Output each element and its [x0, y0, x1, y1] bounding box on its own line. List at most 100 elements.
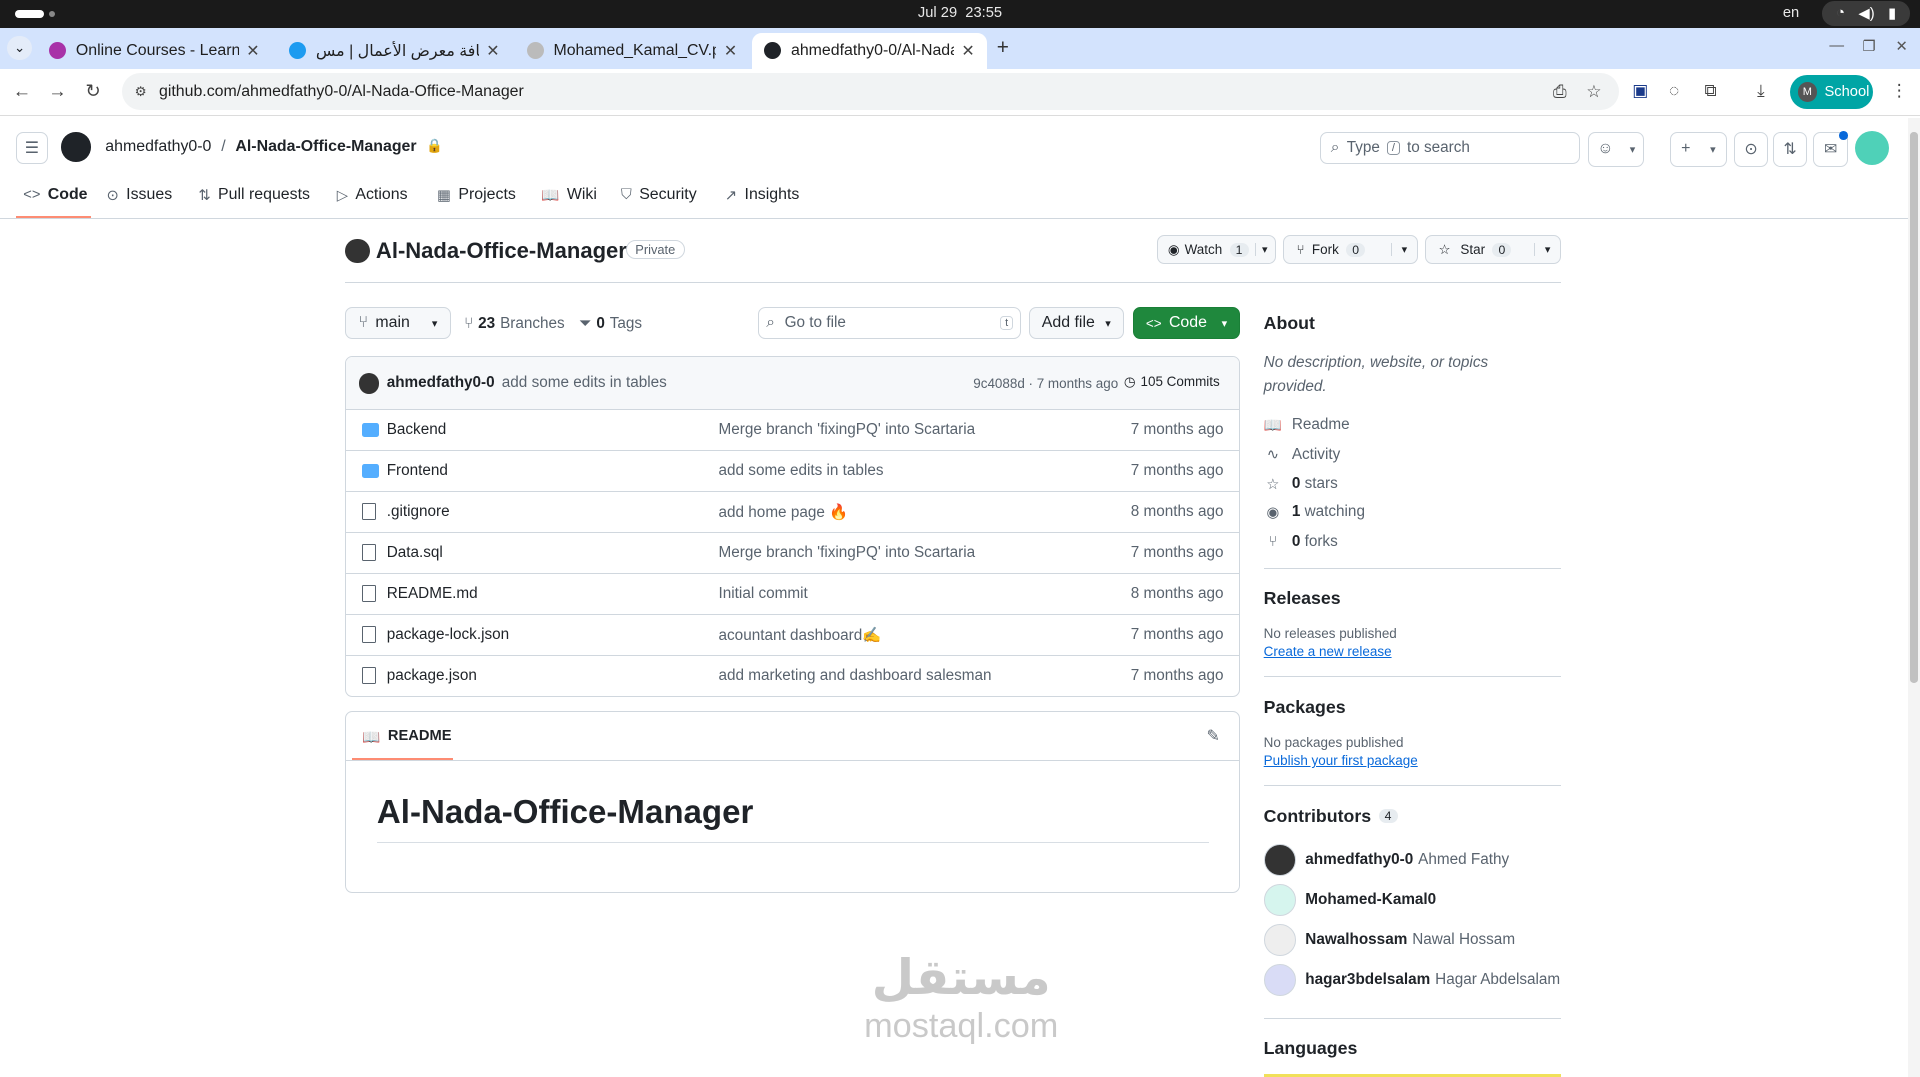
commit-hash[interactable]: 9c4088d	[973, 376, 1025, 391]
tab-wiki[interactable]: 📖 Wiki	[541, 186, 597, 204]
code-button[interactable]: <> Code ▾	[1132, 307, 1241, 340]
forward-icon[interactable]: →	[45, 80, 69, 102]
page-scrollbar[interactable]	[1907, 117, 1920, 1077]
file-row[interactable]: .gitignore add home page 🔥 8 months ago	[346, 492, 1240, 533]
packages-title[interactable]: Packages	[1264, 697, 1346, 718]
file-row[interactable]: Data.sql Merge branch 'fixingPQ' into Sca…	[346, 533, 1240, 575]
tab-actions[interactable]: ▷ Actions	[337, 186, 408, 204]
contributor-item[interactable]: Nawalhossam Nawal Hossam	[1263, 924, 1515, 957]
branch-selector[interactable]: ⑂ main ▾	[345, 307, 451, 340]
search-input[interactable]: ⌕ Type / to search	[1320, 132, 1580, 165]
tab-search-icon[interactable]: ⌄	[7, 35, 32, 60]
browser-tab-1[interactable]: Online Courses - Learn A ✕	[37, 33, 272, 69]
github-logo-icon[interactable]	[61, 132, 91, 162]
tab-security[interactable]: ⛉ Security	[621, 186, 697, 204]
maximize-icon[interactable]: ❐	[1862, 38, 1875, 55]
file-name[interactable]: Data.sql	[387, 544, 443, 562]
file-row[interactable]: package-lock.json acountant dashboard✍️ 7 …	[346, 615, 1240, 657]
file-row[interactable]: Backend Merge branch 'fixingPQ' into Scar…	[346, 410, 1240, 451]
star-button[interactable]: ☆ Star 0 ▾	[1425, 235, 1562, 265]
browser-menu-icon[interactable]: ⋮	[1891, 80, 1908, 101]
watching-link[interactable]: ◉ 1 watching	[1264, 503, 1365, 521]
bookmark-star-icon[interactable]: ☆	[1586, 81, 1601, 102]
system-clock[interactable]: Jul 29 23:55	[0, 5, 1920, 21]
fork-button[interactable]: ⑂ Fork 0 ▾	[1283, 235, 1418, 265]
reload-icon[interactable]: ↻	[81, 80, 105, 102]
back-icon[interactable]: ←	[10, 80, 34, 102]
browser-tab-4[interactable]: ahmedfathy0-0/Al-Nada- ✕	[751, 33, 987, 69]
tab-close-icon[interactable]: ✕	[724, 41, 737, 61]
menu-icon[interactable]: ☰	[15, 132, 48, 165]
commits-link[interactable]: ◷ 105 Commits	[1124, 374, 1220, 390]
downloads-icon[interactable]: ⤓	[1757, 80, 1765, 101]
contributors-header[interactable]: Contributors 4	[1264, 806, 1398, 827]
close-window-icon[interactable]: ✕	[1896, 38, 1908, 55]
scrollbar-thumb[interactable]	[1910, 132, 1918, 684]
readme-link[interactable]: 📖 Readme	[1264, 416, 1350, 434]
file-commit-message[interactable]: add some edits in tables	[719, 462, 884, 480]
branches-link[interactable]: ⑂ 23 Branches	[464, 315, 565, 333]
file-commit-message[interactable]: Initial commit	[719, 585, 808, 603]
file-name[interactable]: Backend	[387, 421, 447, 439]
releases-title[interactable]: Releases	[1264, 588, 1341, 609]
browser-tab-2[interactable]: إضافة معرض الأعمال | مس ✕	[277, 33, 512, 69]
tab-insights[interactable]: ↗ Insights	[725, 186, 799, 204]
minimize-icon[interactable]: —	[1829, 38, 1844, 54]
site-info-icon[interactable]: ⚙	[135, 84, 147, 100]
address-bar[interactable]: ⚙ github.com/ahmedfathy0-0/Al-Nada-Offic…	[122, 73, 1619, 111]
tab-issues[interactable]: ⊙ Issues	[107, 186, 173, 204]
commit-message[interactable]: add some edits in tables	[502, 374, 667, 392]
file-commit-message[interactable]: Merge branch 'fixingPQ' into Scartaria	[719, 544, 976, 562]
contributor-item[interactable]: hagar3bdelsalam Hagar Abdelsalam	[1263, 963, 1561, 996]
search-icon: ⌕	[766, 314, 775, 332]
tab-code[interactable]: <> Code	[23, 186, 87, 204]
file-commit-message[interactable]: acountant dashboard✍️	[719, 626, 882, 645]
watch-button[interactable]: ◉ Watch 1 ▾	[1157, 235, 1276, 265]
browser-tab-3[interactable]: Mohamed_Kamal_CV.pd ✕	[514, 33, 749, 69]
contributor-name: Hagar Abdelsalam	[1435, 970, 1561, 988]
file-commit-message[interactable]: add home page 🔥	[719, 503, 849, 522]
extensions-puzzle-icon[interactable]: ⧉	[1704, 80, 1716, 101]
system-tray[interactable]: ◔ ◀) ▮	[1822, 1, 1911, 26]
edit-icon[interactable]: ✎	[1206, 726, 1219, 746]
extension-icon[interactable]: ▣	[1632, 80, 1648, 101]
file-name[interactable]: package.json	[387, 667, 477, 685]
keyboard-language[interactable]: en	[1783, 5, 1799, 21]
issues-icon[interactable]: ⊙	[1733, 132, 1769, 167]
file-name[interactable]: Frontend	[387, 462, 448, 480]
file-name[interactable]: .gitignore	[387, 503, 450, 521]
copilot-button[interactable]: ☺ ▾	[1588, 132, 1645, 167]
profile-button[interactable]: M School	[1790, 74, 1874, 109]
tab-projects[interactable]: ▦ Projects	[437, 186, 516, 204]
add-file-button[interactable]: Add file ▾	[1028, 307, 1125, 340]
file-name[interactable]: README.md	[387, 585, 478, 603]
new-tab-icon[interactable]: +	[997, 36, 1009, 60]
create-new-button[interactable]: + ▾	[1670, 132, 1727, 167]
tab-pull-requests[interactable]: ⇅ Pull requests	[198, 186, 310, 204]
tab-close-icon[interactable]: ✕	[246, 41, 259, 61]
publish-package-link[interactable]: Publish your first package	[1264, 753, 1418, 768]
extension-icon[interactable]: ◌	[1669, 80, 1679, 101]
tab-close-icon[interactable]: ✕	[961, 41, 974, 61]
install-app-icon[interactable]: ⎙	[1553, 81, 1567, 102]
create-release-link[interactable]: Create a new release	[1264, 644, 1392, 659]
go-to-file-input[interactable]: ⌕ Go to file t	[757, 307, 1022, 340]
contributor-item[interactable]: ahmedfathy0-0 Ahmed Fathy	[1263, 843, 1509, 876]
activity-link[interactable]: ∿ Activity	[1264, 446, 1341, 464]
owner-link[interactable]: ahmedfathy0-0	[105, 138, 211, 156]
file-name[interactable]: package-lock.json	[387, 626, 509, 644]
contributor-item[interactable]: Mohamed-Kamal0	[1263, 884, 1436, 916]
file-row[interactable]: README.md Initial commit 8 months ago	[346, 574, 1240, 616]
pull-requests-icon[interactable]: ⇅	[1773, 132, 1808, 167]
tab-close-icon[interactable]: ✕	[486, 41, 499, 61]
readme-tab[interactable]: 📖 README	[362, 728, 451, 746]
stars-link[interactable]: ☆ 0 stars	[1264, 475, 1337, 493]
file-commit-message[interactable]: Merge branch 'fixingPQ' into Scartaria	[719, 421, 976, 439]
file-row[interactable]: package.json add marketing and dashboard …	[346, 656, 1239, 696]
forks-link[interactable]: ⑂ 0 forks	[1264, 533, 1337, 551]
file-commit-message[interactable]: add marketing and dashboard salesman	[719, 667, 992, 685]
file-row[interactable]: Frontend add some edits in tables 7 months…	[346, 451, 1240, 492]
commit-author[interactable]: ahmedfathy0-0	[387, 374, 495, 392]
tags-link[interactable]: ⏷ 0 Tags	[579, 315, 642, 333]
repo-link[interactable]: Al-Nada-Office-Manager	[235, 138, 416, 156]
